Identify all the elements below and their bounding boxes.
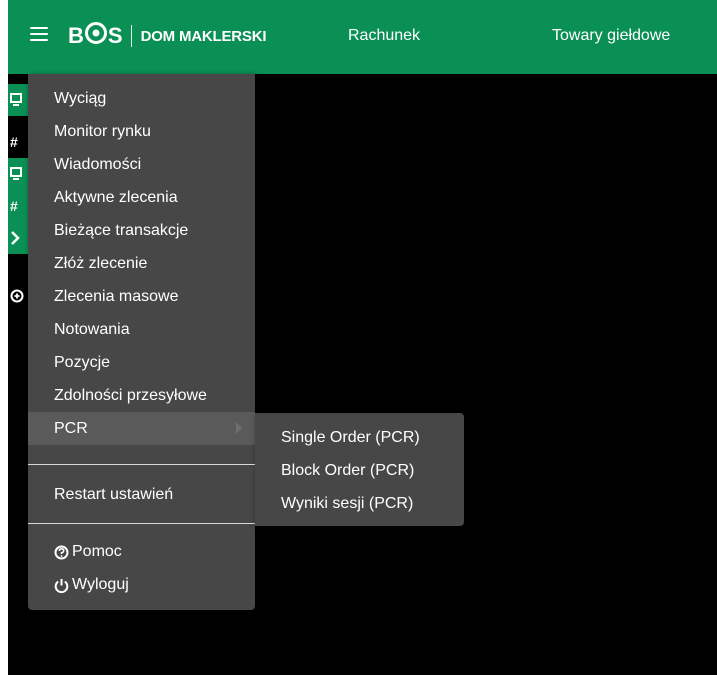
logo-mark-icon — [84, 22, 107, 50]
logo-separator — [130, 25, 132, 47]
app-window: B S DOM MAKLERSKI Rachunek Towary giełdo… — [8, 0, 717, 675]
main-menu: Wyciąg Monitor rynku Wiadomości Aktywne … — [28, 74, 255, 610]
menu-item-pomoc[interactable]: Pomoc — [28, 537, 255, 567]
plus-circle-icon — [10, 289, 24, 303]
menu-item-wyloguj-label: Wyloguj — [72, 576, 129, 593]
menu-divider — [28, 464, 255, 465]
chevron-right-icon — [236, 422, 242, 434]
menu-item-zlecenia-masowe[interactable]: Zlecenia masowe — [28, 280, 255, 313]
side-row-1[interactable] — [8, 84, 30, 116]
power-icon — [54, 578, 69, 593]
menu-item-wyloguj[interactable]: Wyloguj — [28, 570, 255, 600]
menu-item-biezace-transakcje[interactable]: Bieżące transakcje — [28, 214, 255, 247]
top-bar: B S DOM MAKLERSKI Rachunek Towary giełdo… — [8, 0, 717, 74]
submenu-item-wyniki-sesji[interactable]: Wyniki sesji (PCR) — [255, 487, 464, 520]
chevron-right-icon — [11, 231, 20, 245]
help-icon — [54, 545, 69, 559]
logo-brand: B S — [68, 22, 123, 50]
menu-item-monitor-rynku[interactable]: Monitor rynku — [28, 115, 255, 148]
menu-item-pcr-label: PCR — [54, 419, 88, 437]
menu-item-aktywne-zlecenia[interactable]: Aktywne zlecenia — [28, 181, 255, 214]
menu-item-zloz-zlecenie[interactable]: Złóż zlecenie — [28, 247, 255, 280]
nav-towary-gieldowe[interactable]: Towary giełdowe — [552, 27, 670, 45]
hash-icon: # — [10, 134, 18, 150]
submenu-item-single-order[interactable]: Single Order (PCR) — [255, 421, 464, 454]
side-row-6[interactable] — [8, 280, 30, 312]
side-row-5[interactable] — [8, 222, 30, 254]
side-row-2[interactable]: # — [8, 126, 30, 158]
menu-item-notowania[interactable]: Notowania — [28, 313, 255, 346]
submenu-item-block-order[interactable]: Block Order (PCR) — [255, 454, 464, 487]
menu-divider — [28, 523, 255, 524]
monitor-icon — [10, 93, 22, 106]
hamburger-menu-icon[interactable] — [30, 26, 48, 42]
monitor-icon — [10, 167, 22, 180]
logo[interactable]: B S DOM MAKLERSKI — [68, 22, 267, 50]
menu-item-wiadomosci[interactable]: Wiadomości — [28, 148, 255, 181]
menu-item-zdolnosci-przesylowe[interactable]: Zdolności przesyłowe — [28, 379, 255, 412]
menu-item-restart-ustawien[interactable]: Restart ustawień — [28, 478, 255, 511]
nav-rachunek[interactable]: Rachunek — [348, 27, 420, 45]
pcr-submenu: Single Order (PCR) Block Order (PCR) Wyn… — [255, 413, 464, 526]
menu-item-wyciag[interactable]: Wyciąg — [28, 82, 255, 115]
logo-text: DOM MAKLERSKI — [140, 27, 267, 45]
hash-icon: # — [10, 198, 18, 214]
side-row-4[interactable]: # — [8, 190, 30, 222]
side-row-3[interactable] — [8, 158, 30, 190]
menu-item-pomoc-label: Pomoc — [72, 543, 122, 560]
menu-item-pcr[interactable]: PCR — [28, 412, 255, 445]
menu-item-pozycje[interactable]: Pozycje — [28, 346, 255, 379]
